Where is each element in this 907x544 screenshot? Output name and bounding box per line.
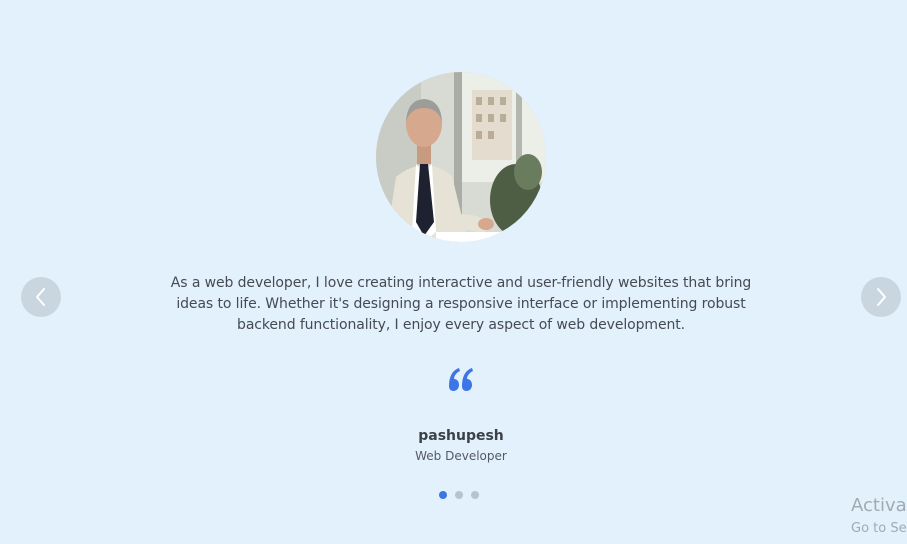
- portrait-image: [376, 72, 546, 242]
- prev-slide-button[interactable]: [21, 277, 61, 317]
- chevron-left-icon: [36, 288, 45, 306]
- testimonial-text: As a web developer, I love creating inte…: [170, 275, 752, 333]
- activation-watermark: Activat Go to Se: [851, 495, 907, 539]
- chevron-right-icon: [877, 288, 886, 306]
- pagination-dot-1[interactable]: [439, 491, 447, 499]
- testimonial-slider: As a web developer, I love creating inte…: [0, 0, 907, 544]
- watermark-title: Activat: [851, 495, 907, 516]
- person-name: pashupesh: [418, 428, 504, 444]
- pagination-dot-2[interactable]: [455, 491, 463, 499]
- testimonial-avatar: [376, 72, 546, 242]
- pagination-dots: [439, 491, 479, 501]
- pagination-dot-3[interactable]: [471, 491, 479, 499]
- person-role: Web Developer: [415, 449, 507, 463]
- next-slide-button[interactable]: [861, 277, 901, 317]
- quote-icon: [449, 368, 473, 391]
- watermark-subtitle: Go to Se: [851, 521, 907, 536]
